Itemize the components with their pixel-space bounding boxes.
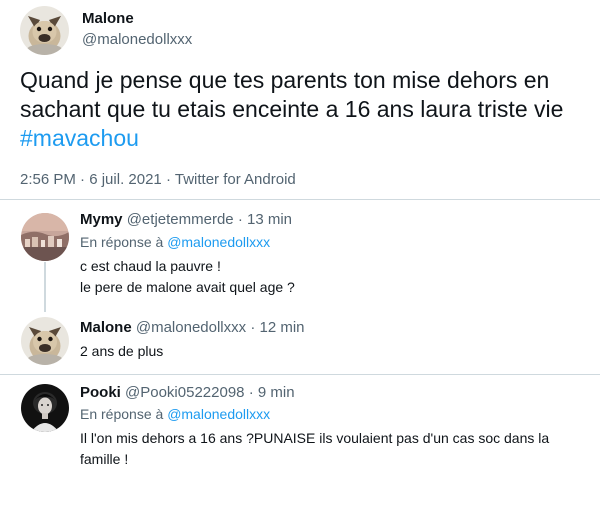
reply-author-handle[interactable]: @etjetemmerde xyxy=(127,211,234,228)
reply-avatar[interactable] xyxy=(21,213,69,261)
reply-author-handle[interactable]: @malonedollxxx xyxy=(136,319,246,336)
tweet-source[interactable]: Twitter for Android xyxy=(175,171,296,188)
bulldog-avatar-icon xyxy=(21,317,69,365)
reply-text: c est chaud la pauvre ! le pere de malon… xyxy=(80,256,585,298)
thread-connector xyxy=(44,262,46,312)
reply-header: Malone @malonedollxxx · 12 min xyxy=(80,319,305,336)
reply-time[interactable]: 9 min xyxy=(258,384,295,401)
tweet-date[interactable]: 6 juil. 2021 xyxy=(89,171,162,188)
meta-separator: · xyxy=(237,211,243,228)
divider xyxy=(0,374,600,375)
mention-link[interactable]: @malonedollxxx xyxy=(167,406,270,422)
reply-text: 2 ans de plus xyxy=(80,341,585,362)
reply-avatar[interactable] xyxy=(21,317,69,365)
author-avatar[interactable] xyxy=(20,6,69,55)
city-landscape-avatar-icon xyxy=(21,213,69,261)
tweet-text: Quand je pense que tes parents ton mise … xyxy=(20,66,595,153)
reply-prefix: En réponse à xyxy=(80,406,164,422)
reply-author-name[interactable]: Pooki xyxy=(80,384,121,401)
tweet-text-line: sachant que tu etais enceinte a 16 ans l… xyxy=(20,96,564,122)
reply-author-name[interactable]: Malone xyxy=(80,319,132,336)
tweet-text-line: Quand je pense que tes parents ton mise … xyxy=(20,67,550,93)
meta-separator: · xyxy=(165,171,171,188)
reply-time[interactable]: 13 min xyxy=(247,211,292,228)
author-handle[interactable]: @malonedollxxx xyxy=(82,31,192,48)
reply-author-name[interactable]: Mymy xyxy=(80,211,123,228)
tweet-time[interactable]: 2:56 PM xyxy=(20,171,76,188)
reply-context: En réponse à @malonedollxxx xyxy=(80,234,270,250)
meta-separator: · xyxy=(80,171,86,188)
meta-separator: · xyxy=(250,319,256,336)
portrait-avatar-icon xyxy=(21,384,69,432)
reply-text-line: Il l'on mis dehors a 16 ans ?PUNAISE ils… xyxy=(80,430,550,446)
meta-separator: · xyxy=(248,384,254,401)
reply-context: En réponse à @malonedollxxx xyxy=(80,406,270,422)
mention-link[interactable]: @malonedollxxx xyxy=(167,234,270,250)
reply-text-line: le pere de malone avait quel age ? xyxy=(80,279,295,295)
divider xyxy=(0,199,600,200)
reply-prefix: En réponse à xyxy=(80,234,164,250)
bulldog-avatar-icon xyxy=(20,6,69,55)
reply-text-line: 2 ans de plus xyxy=(80,343,164,359)
reply-time[interactable]: 12 min xyxy=(259,319,304,336)
reply-author-handle[interactable]: @Pooki05222098 xyxy=(125,384,245,401)
reply-text: Il l'on mis dehors a 16 ans ?PUNAISE ils… xyxy=(80,428,585,470)
hashtag-link[interactable]: #mavachou xyxy=(20,124,595,153)
reply-header: Pooki @Pooki05222098 · 9 min xyxy=(80,384,295,401)
reply-text-line: famille ! xyxy=(80,451,129,467)
reply-header: Mymy @etjetemmerde · 13 min xyxy=(80,211,292,228)
author-name[interactable]: Malone xyxy=(82,10,134,27)
reply-text-line: c est chaud la pauvre ! xyxy=(80,258,221,274)
tweet-meta: 2:56 PM · 6 juil. 2021 · Twitter for And… xyxy=(20,171,296,188)
reply-avatar[interactable] xyxy=(21,384,69,432)
